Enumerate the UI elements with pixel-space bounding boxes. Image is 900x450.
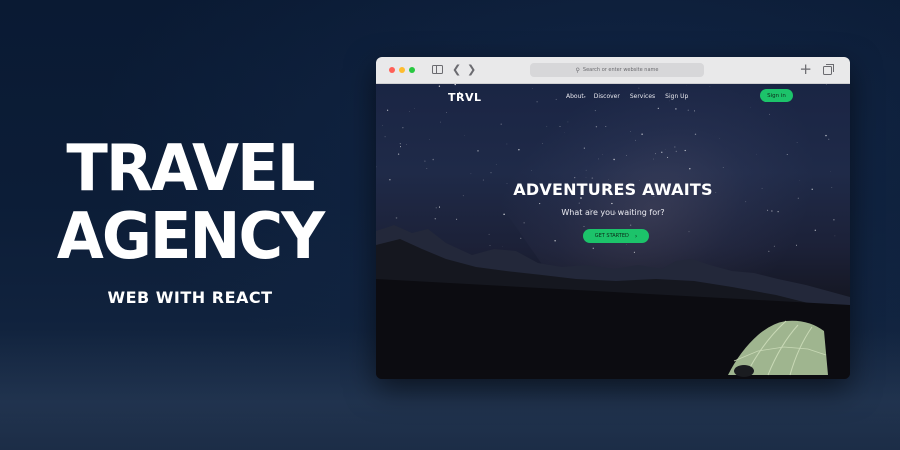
hero-subtitle: What are you waiting for? <box>561 208 665 217</box>
close-window-button[interactable] <box>389 67 395 73</box>
forward-icon[interactable]: ❯ <box>467 63 476 77</box>
minimize-window-button[interactable] <box>399 67 405 73</box>
browser-toolbar: ❮ ❯ ⚲ Search or enter website name + <box>376 57 850 84</box>
promo-subtitle: WEB WITH REACT <box>107 288 273 307</box>
sidebar-icon[interactable] <box>432 65 443 74</box>
get-started-label: GET STARTED <box>594 233 629 239</box>
hero-section: TRVL About Discover Services Sign Up Sig… <box>376 84 850 379</box>
site-nav: About Discover Services Sign Up <box>566 93 688 100</box>
sign-in-button[interactable]: Sign in <box>760 89 793 102</box>
hero-title: ADVENTURES AWAITS <box>513 180 713 199</box>
address-placeholder: Search or enter website name <box>582 67 659 73</box>
nav-link-services[interactable]: Services <box>630 93 655 100</box>
plus-icon[interactable]: + <box>799 62 812 77</box>
nav-link-discover[interactable]: Discover <box>594 93 620 100</box>
search-icon: ⚲ <box>575 66 580 74</box>
browser-window: ❮ ❯ ⚲ Search or enter website name + TRV… <box>376 57 850 379</box>
address-bar[interactable]: ⚲ Search or enter website name <box>530 63 704 77</box>
back-icon[interactable]: ❮ <box>452 63 461 77</box>
site-logo[interactable]: TRVL <box>448 91 482 104</box>
nav-link-sign-up[interactable]: Sign Up <box>665 93 688 100</box>
promo-title-line2: AGENCY <box>56 200 326 274</box>
nav-link-about[interactable]: About <box>566 93 584 100</box>
promo-banner: TRAVEL AGENCY WEB WITH REACT <box>0 0 380 450</box>
tabs-icon[interactable] <box>823 64 834 75</box>
zoom-window-button[interactable] <box>409 67 415 73</box>
chevron-right-icon: › <box>634 232 638 240</box>
get-started-button[interactable]: GET STARTED › <box>583 229 649 243</box>
promo-title-line1: TRAVEL <box>66 132 315 206</box>
